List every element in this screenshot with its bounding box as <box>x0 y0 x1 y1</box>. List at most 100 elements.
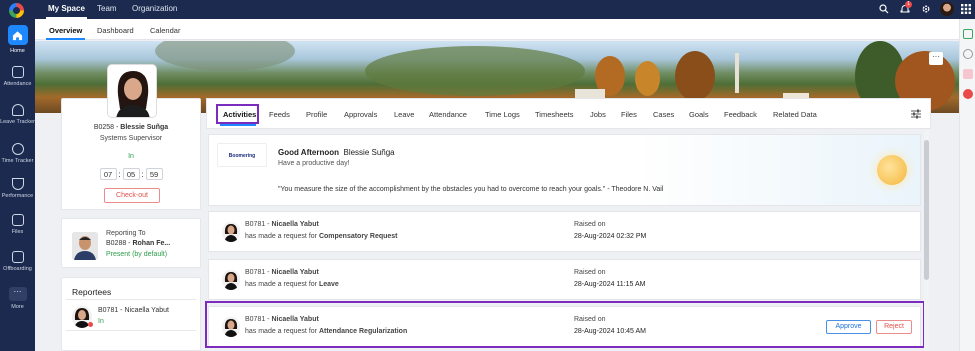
request-type[interactable]: Compensatory Request <box>319 233 398 240</box>
request-item[interactable]: B0781 - Nicaella Yabut has made a reques… <box>208 259 921 300</box>
tab-profile[interactable]: Profile <box>306 110 327 119</box>
reporting-label: Reporting To <box>106 230 146 237</box>
timer-seconds: 59 <box>145 168 163 180</box>
request-description: has made a request for Compensatory Requ… <box>245 233 398 240</box>
reportee-name-line: B0781 - Nicaella Yabut <box>98 307 169 314</box>
apps-grid-icon[interactable] <box>960 4 971 15</box>
company-logo: Boomering <box>217 143 267 167</box>
tab-time-logs[interactable]: Time Logs <box>485 110 520 119</box>
nav-label-files: Files <box>11 229 24 235</box>
request-type[interactable]: Leave <box>319 281 339 288</box>
tab-timesheets[interactable]: Timesheets <box>535 110 574 119</box>
tab-attendance[interactable]: Attendance <box>429 110 467 119</box>
nav-item-attendance[interactable]: Attendance <box>0 66 35 87</box>
check-out-button[interactable]: Check-out <box>104 188 160 203</box>
tab-organization[interactable]: Organization <box>132 4 177 13</box>
sub-tabs-bar: Overview Dashboard Calendar <box>35 19 959 40</box>
requester-line: B0781 - Nicaella Yabut <box>245 221 319 228</box>
request-prefix: has made a request for <box>245 281 319 288</box>
profile-name: Blessie Suñga <box>120 124 169 131</box>
requester-line: B0781 - Nicaella Yabut <box>245 269 319 276</box>
manager-status: Present (by default) <box>106 251 168 258</box>
alert-icon[interactable] <box>963 69 973 79</box>
tab-files[interactable]: Files <box>621 110 637 119</box>
tab-approvals[interactable]: Approvals <box>344 110 377 119</box>
gear-icon[interactable] <box>920 4 931 15</box>
requester-id: B0781 - <box>245 221 272 228</box>
app-logo-icon[interactable] <box>9 3 24 18</box>
reportees-title: Reportees <box>72 287 112 297</box>
tab-my-space[interactable]: My Space <box>46 4 87 19</box>
notification-badge: 1 <box>905 1 912 8</box>
right-rail <box>959 19 975 351</box>
tab-feedback[interactable]: Feedback <box>724 110 757 119</box>
active-tab-underline <box>220 124 256 126</box>
calendar-icon <box>11 66 24 78</box>
nav-label-leave-tracker: Leave Tracker <box>0 119 35 125</box>
nav-item-offboarding[interactable]: Offboarding <box>0 251 35 272</box>
trophy-icon <box>11 178 24 190</box>
home-icon <box>7 25 28 45</box>
left-navigation: Home Attendance Leave Tracker Time Track… <box>0 0 35 351</box>
nav-label-home: Home <box>10 48 25 54</box>
requester-name[interactable]: Nicaella Yabut <box>271 269 318 276</box>
manager-name[interactable]: Rohan Fe... <box>132 240 170 247</box>
tab-calendar[interactable]: Calendar <box>150 26 180 35</box>
request-description: has made a request for Leave <box>245 281 339 288</box>
greeting-subtitle: Have a productive day! <box>278 160 350 167</box>
nav-item-home[interactable]: Home <box>0 25 35 54</box>
tab-settings-icon[interactable] <box>911 109 921 121</box>
nav-item-time-tracker[interactable]: Time Tracker <box>0 143 35 164</box>
nav-item-leave-tracker[interactable]: Leave Tracker <box>0 104 35 125</box>
tab-cases[interactable]: Cases <box>653 110 674 119</box>
user-avatar[interactable] <box>940 2 954 16</box>
reportee-status-dot <box>88 322 93 327</box>
raised-label: Raised on <box>574 269 606 276</box>
requester-avatar[interactable] <box>222 270 240 290</box>
tab-jobs[interactable]: Jobs <box>590 110 606 119</box>
requester-name[interactable]: Nicaella Yabut <box>271 221 318 228</box>
tab-leave[interactable]: Leave <box>394 110 414 119</box>
scrollbar-thumb[interactable] <box>924 140 929 280</box>
tab-dashboard[interactable]: Dashboard <box>97 26 134 35</box>
reportee-name[interactable]: Nicaella Yabut <box>124 307 169 314</box>
search-icon[interactable] <box>878 4 889 15</box>
manager-id: B0288 - <box>106 240 133 247</box>
greeting-quote: "You measure the size of the accomplishm… <box>278 186 664 193</box>
greeting-title-line: Good Afternoon Blessie Suñga <box>278 148 395 157</box>
tab-team[interactable]: Team <box>97 4 117 13</box>
top-bar: My Space Team Organization 1 <box>35 0 975 19</box>
profile-id: B0258 - <box>93 124 121 131</box>
divider <box>66 299 196 300</box>
manager-avatar[interactable] <box>72 232 98 260</box>
request-item[interactable]: B0781 - Nicaella Yabut has made a reques… <box>208 211 921 252</box>
tab-goals[interactable]: Goals <box>689 110 709 119</box>
reportee-status: In <box>98 318 104 325</box>
activity-tabs-bar: Activities Feeds Profile Approvals Leave… <box>206 98 931 129</box>
nav-label-performance: Performance <box>1 193 34 199</box>
timer-minutes: 05 <box>122 168 140 180</box>
reportee-id: B0781 - <box>98 307 125 314</box>
nav-item-more[interactable]: ··· More <box>0 287 35 310</box>
banner-more-button[interactable]: ··· <box>929 52 943 65</box>
more-icon: ··· <box>8 287 27 301</box>
activities-tab-highlight <box>216 104 259 124</box>
tab-feeds[interactable]: Feeds <box>269 110 290 119</box>
profile-status: In <box>128 153 134 160</box>
contacts-icon[interactable] <box>963 49 973 59</box>
nav-label-time-tracker: Time Tracker <box>1 158 34 164</box>
nav-item-files[interactable]: Files <box>0 214 35 235</box>
greeting-title: Good Afternoon <box>278 148 340 157</box>
requester-avatar[interactable] <box>222 222 240 242</box>
nav-item-performance[interactable]: Performance <box>0 178 35 199</box>
tab-related-data[interactable]: Related Data <box>773 110 817 119</box>
record-icon[interactable] <box>963 89 973 99</box>
chat-icon[interactable] <box>963 29 973 39</box>
profile-photo[interactable] <box>107 64 157 118</box>
nav-label-more: More <box>11 304 24 310</box>
profile-title: Systems Supervisor <box>99 135 163 142</box>
raised-date: 28-Aug-2024 11:15 AM <box>574 281 646 288</box>
raised-date: 28-Aug-2024 02:32 PM <box>574 233 647 240</box>
reporting-to-card: Reporting To B0288 - Rohan Fe... Present… <box>61 218 201 268</box>
tab-overview[interactable]: Overview <box>45 26 86 40</box>
